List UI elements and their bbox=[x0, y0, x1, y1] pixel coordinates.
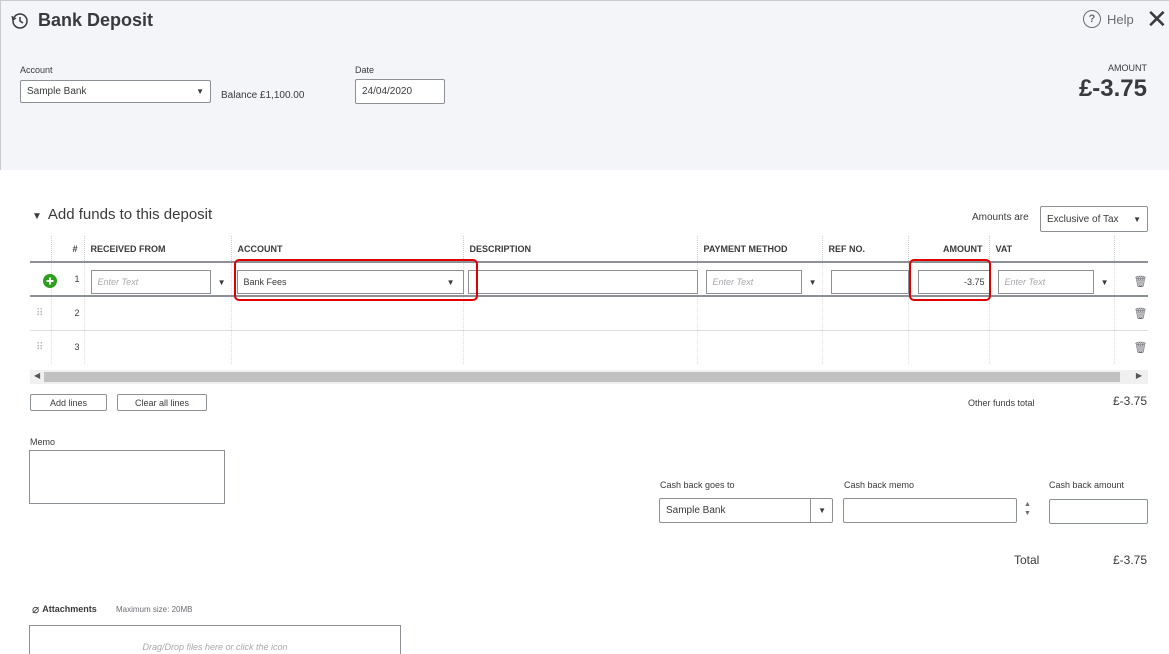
total-label: Total bbox=[1014, 553, 1040, 567]
amount-total: £-3.75 bbox=[1078, 75, 1147, 102]
row-number: 2 bbox=[50, 295, 84, 330]
horizontal-scrollbar[interactable]: ◀ ▶ bbox=[30, 370, 1148, 384]
memo-textarea[interactable] bbox=[29, 450, 225, 504]
col-header-vat: VAT bbox=[988, 236, 1114, 262]
amount-label: AMOUNT bbox=[1108, 63, 1147, 73]
col-header-num: # bbox=[50, 236, 84, 262]
balance-text: Balance £1,100.00 bbox=[221, 90, 305, 101]
help-label: Help bbox=[1107, 11, 1134, 27]
cash-back-memo-label: Cash back memo bbox=[844, 480, 915, 490]
col-header-description: DESCRIPTION bbox=[462, 236, 697, 262]
account-select-value: Sample Bank bbox=[27, 86, 87, 97]
date-value: 24/04/2020 bbox=[362, 86, 413, 97]
cash-back-amount-label: Cash back amount bbox=[1049, 480, 1125, 490]
page-title: Bank Deposit bbox=[38, 10, 154, 30]
row-number: 3 bbox=[50, 329, 84, 364]
section-title[interactable]: ▼ Add funds to this deposit bbox=[32, 206, 212, 223]
scroll-right-icon[interactable]: ▶ bbox=[1136, 371, 1142, 380]
amounts-are-value: Exclusive of Tax bbox=[1047, 213, 1119, 225]
row-number: 1 bbox=[50, 261, 84, 297]
clear-all-lines-button[interactable]: Clear all lines bbox=[117, 394, 207, 411]
attachments-header: ⌀ Attachments bbox=[32, 602, 97, 616]
section-title-text: Add funds to this deposit bbox=[47, 206, 213, 223]
chevron-down-icon: ▼ bbox=[1133, 214, 1141, 224]
table-row[interactable]: ⠿ 2 🗑 bbox=[30, 295, 1148, 330]
drag-handle-icon[interactable]: ⠿ bbox=[36, 308, 43, 319]
other-funds-value: £-3.75 bbox=[1112, 394, 1147, 408]
attachments-label: Attachments bbox=[42, 604, 97, 614]
add-lines-button[interactable]: Add lines bbox=[30, 394, 107, 411]
chevron-down-icon: ▼ bbox=[196, 87, 204, 96]
cash-back-account-value: Sample Bank bbox=[666, 505, 726, 516]
trash-col-header bbox=[1113, 236, 1148, 262]
cash-back-account-select[interactable]: Sample Bank ▼ bbox=[659, 498, 833, 523]
highlight-account bbox=[234, 259, 478, 301]
help-icon: ? bbox=[1083, 10, 1101, 28]
payment-method-select[interactable]: Enter Text ▼ bbox=[705, 270, 817, 294]
col-header-received-from: RECEIVED FROM bbox=[83, 236, 231, 262]
col-header-payment-method: PAYMENT METHOD bbox=[696, 236, 822, 262]
account-label: Account bbox=[20, 65, 53, 75]
resize-stepper-icon[interactable]: ▲ ▼ bbox=[1024, 500, 1031, 518]
close-icon[interactable]: ✕ bbox=[1146, 6, 1168, 32]
ref-no-input[interactable] bbox=[830, 270, 909, 294]
drag-handle-icon[interactable]: ⠿ bbox=[36, 342, 43, 353]
attachments-dropzone[interactable]: Drag/Drop files here or click the icon bbox=[29, 625, 401, 654]
description-input[interactable] bbox=[467, 270, 698, 294]
drag-col-header bbox=[30, 236, 51, 262]
other-funds-label: Other funds total bbox=[968, 398, 1035, 408]
trash-icon[interactable]: 🗑 bbox=[1134, 341, 1148, 354]
memo-label: Memo bbox=[30, 437, 56, 447]
attachments-max-size: Maximum size: 20MB bbox=[116, 605, 193, 614]
chevron-down-icon: ▼ bbox=[808, 277, 817, 287]
date-field[interactable]: 24/04/2020 bbox=[355, 79, 445, 104]
received-from-input[interactable]: Enter Text ▼ bbox=[90, 270, 226, 294]
col-header-ref-no: REF NO. bbox=[821, 236, 908, 262]
cash-back-goes-to-label: Cash back goes to bbox=[660, 480, 735, 490]
cash-back-memo-input[interactable] bbox=[843, 498, 1017, 523]
amounts-are-label: Amounts are bbox=[972, 212, 1029, 223]
paperclip-icon[interactable]: ⌀ bbox=[32, 602, 39, 616]
amounts-are-select[interactable]: Exclusive of Tax ▼ bbox=[1040, 206, 1148, 232]
scroll-left-icon[interactable]: ◀ bbox=[34, 371, 40, 380]
date-label: Date bbox=[355, 65, 375, 75]
chevron-down-icon: ▼ bbox=[217, 277, 226, 287]
highlight-amount bbox=[909, 259, 991, 301]
history-icon[interactable] bbox=[10, 11, 30, 31]
cash-back-amount-input[interactable] bbox=[1049, 499, 1148, 524]
help-button[interactable]: ? Help bbox=[1083, 10, 1134, 28]
chevron-down-icon: ▼ bbox=[1100, 277, 1109, 287]
total-value: £-3.75 bbox=[1112, 553, 1147, 567]
trash-icon[interactable]: 🗑 bbox=[1134, 307, 1148, 320]
scroll-thumb[interactable] bbox=[44, 372, 1120, 382]
collapse-triangle-icon: ▼ bbox=[32, 211, 42, 222]
chevron-down-icon: ▼ bbox=[818, 506, 826, 515]
dropzone-text: Drag/Drop files here or click the icon bbox=[142, 642, 288, 652]
table-row[interactable]: ⠿ 3 🗑 bbox=[30, 329, 1148, 364]
account-select[interactable]: Sample Bank ▼ bbox=[20, 80, 211, 103]
trash-icon[interactable]: 🗑 bbox=[1134, 275, 1148, 288]
vat-select[interactable]: Enter Text ▼ bbox=[997, 270, 1109, 294]
